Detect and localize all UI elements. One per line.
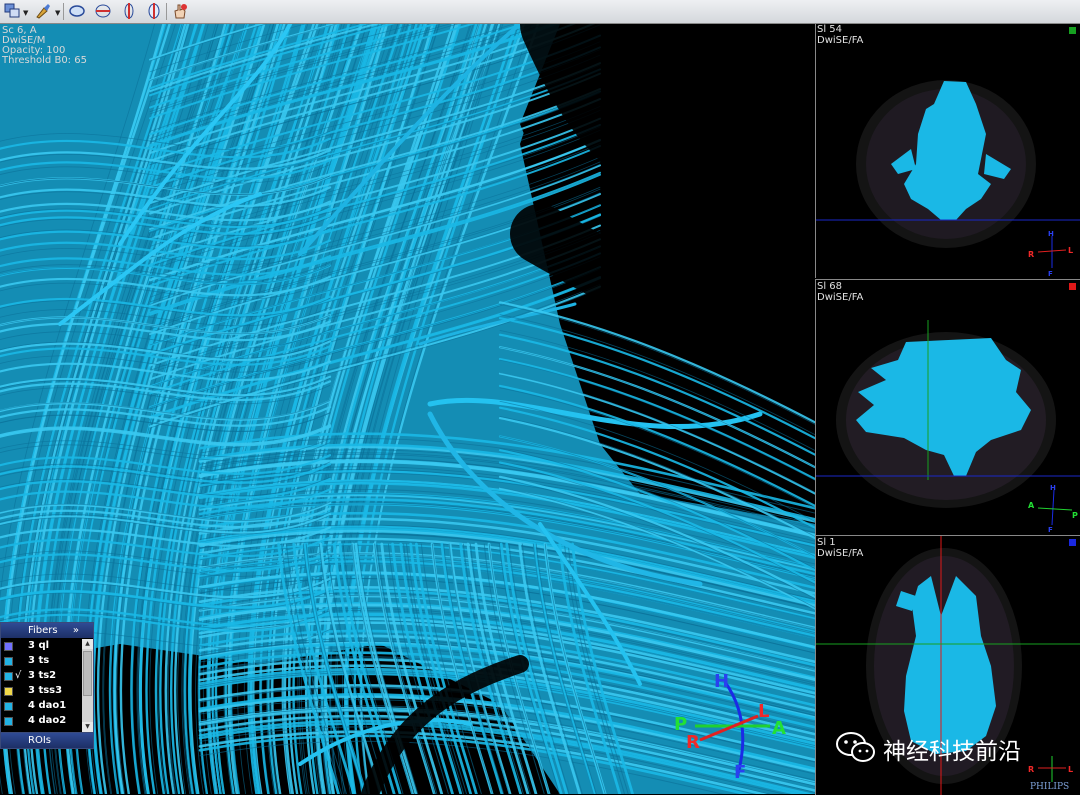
vp2-orient-p: P (1072, 511, 1078, 520)
rois-panel-header[interactable]: ROIs (1, 733, 93, 748)
vp3-series-label: DwiSE/FA (817, 548, 864, 559)
fibers-panel-title: Fibers (28, 625, 58, 636)
wechat-logo-icon (836, 732, 875, 762)
fibers-panel-header[interactable]: Fibers » (1, 623, 93, 638)
vp2-orient-a: A (1028, 501, 1035, 510)
fiber-list-item[interactable]: 3 ql (1, 638, 93, 653)
fiber-checkmark[interactable]: √ (15, 668, 21, 683)
toolbar: ▼ ▼ (0, 0, 1080, 24)
fiber-list-item[interactable]: 4 dao2 (1, 713, 93, 728)
toolbar-separator (166, 3, 167, 20)
brush-dropdown-arrow-icon[interactable]: ▼ (55, 9, 60, 17)
vp1-orient-r: R (1028, 250, 1034, 259)
fiber-label: 4 dao2 (28, 715, 67, 726)
vp1-orient-l: L (1068, 246, 1073, 255)
plane-icon[interactable] (94, 2, 112, 20)
vp3-orient-r: R (1028, 765, 1034, 774)
fiber-color-swatch[interactable] (4, 672, 13, 681)
vp2-marker-icon (1069, 283, 1076, 290)
orientation-indicator: H F L R P A (674, 671, 786, 780)
fiber-color-swatch[interactable] (4, 717, 13, 726)
fiber-list-item[interactable]: 3 tss3 (1, 683, 93, 698)
fiber-label: 3 ql (28, 640, 50, 651)
viewport-coronal[interactable]: H F R L Sl 54 DwiSE/FA (815, 24, 1080, 278)
fiber-color-swatch[interactable] (4, 657, 13, 666)
vp1-orient-f: F (1048, 270, 1053, 278)
ellipse-roi-icon[interactable] (68, 2, 86, 20)
fiber-color-swatch[interactable] (4, 702, 13, 711)
scroll-down-arrow-icon[interactable]: ▼ (82, 722, 93, 732)
vp2-orient-f: F (1048, 526, 1053, 534)
vp3-slice-label: Sl 1 (817, 537, 836, 548)
vp1-marker-icon (1069, 27, 1076, 34)
viewport-sagittal[interactable]: H F A P Sl 68 DwiSE/FA (815, 279, 1080, 535)
expand-chevron-icon[interactable]: » (73, 623, 79, 638)
vp3-orient-l: L (1068, 765, 1073, 774)
orient-a-label: A (772, 718, 786, 739)
window-layout-icon[interactable] (3, 2, 21, 20)
fiber-color-swatch[interactable] (4, 687, 13, 696)
vp1-slice-label: Sl 54 (817, 24, 843, 35)
toolbar-separator (63, 3, 64, 20)
fibers-panel: Fibers » 3 ql 3 ts √ 3 ts2 3 tss3 4 dao1 4 dao… (0, 622, 94, 734)
fiber-label: 3 ts2 (28, 670, 57, 681)
vp1-series-label: DwiSE/FA (817, 35, 864, 46)
orient-r-label: R (686, 732, 700, 753)
fiber-list-item[interactable]: 4 dao1 (1, 698, 93, 713)
fiber-label: 4 dao1 (28, 700, 67, 711)
vp2-slice-label: Sl 68 (817, 281, 843, 292)
rotate-icon[interactable] (145, 2, 163, 20)
overlay-threshold-label: Threshold B0: 65 (2, 55, 87, 66)
orient-h-label: H (714, 671, 729, 692)
fiber-label: 3 tss3 (28, 685, 63, 696)
scroll-up-arrow-icon[interactable]: ▲ (82, 639, 93, 649)
fiber-label: 3 ts (28, 655, 50, 666)
layout-dropdown-arrow-icon[interactable]: ▼ (23, 9, 28, 17)
vp2-series-label: DwiSE/FA (817, 292, 864, 303)
rois-panel-title: ROIs (28, 735, 51, 746)
slice-cursor-icon[interactable] (120, 2, 138, 20)
tractography-3d-view[interactable]: Sc 6, A DwiSE/M Opacity: 100 Threshold B… (0, 24, 815, 794)
fibers-list-scrollbar[interactable]: ▲ ▼ (82, 639, 93, 732)
vp2-orient-h: H (1050, 484, 1056, 492)
hand-pointer-icon[interactable] (171, 2, 189, 20)
rois-panel[interactable]: ROIs (0, 732, 94, 749)
orient-f-label: F (734, 762, 746, 780)
fiber-list-item[interactable]: √ 3 ts2 (1, 668, 93, 683)
sagittal-fa-image: H F A P (816, 320, 1080, 534)
vp3-marker-icon (1069, 539, 1076, 546)
fiber-color-swatch[interactable] (4, 642, 13, 651)
orient-l-label: L (758, 701, 769, 722)
philips-brand-logo: PHILIPS (1030, 782, 1070, 792)
watermark-text: 神经科技前沿 (883, 739, 1021, 765)
coronal-fa-image: H F R L (816, 80, 1080, 278)
vp1-orient-h: H (1048, 230, 1054, 238)
scroll-thumb[interactable] (83, 651, 92, 696)
orient-p-label: P (674, 714, 687, 735)
paint-brush-icon[interactable] (34, 2, 52, 20)
fiber-list-item[interactable]: 3 ts (1, 653, 93, 668)
